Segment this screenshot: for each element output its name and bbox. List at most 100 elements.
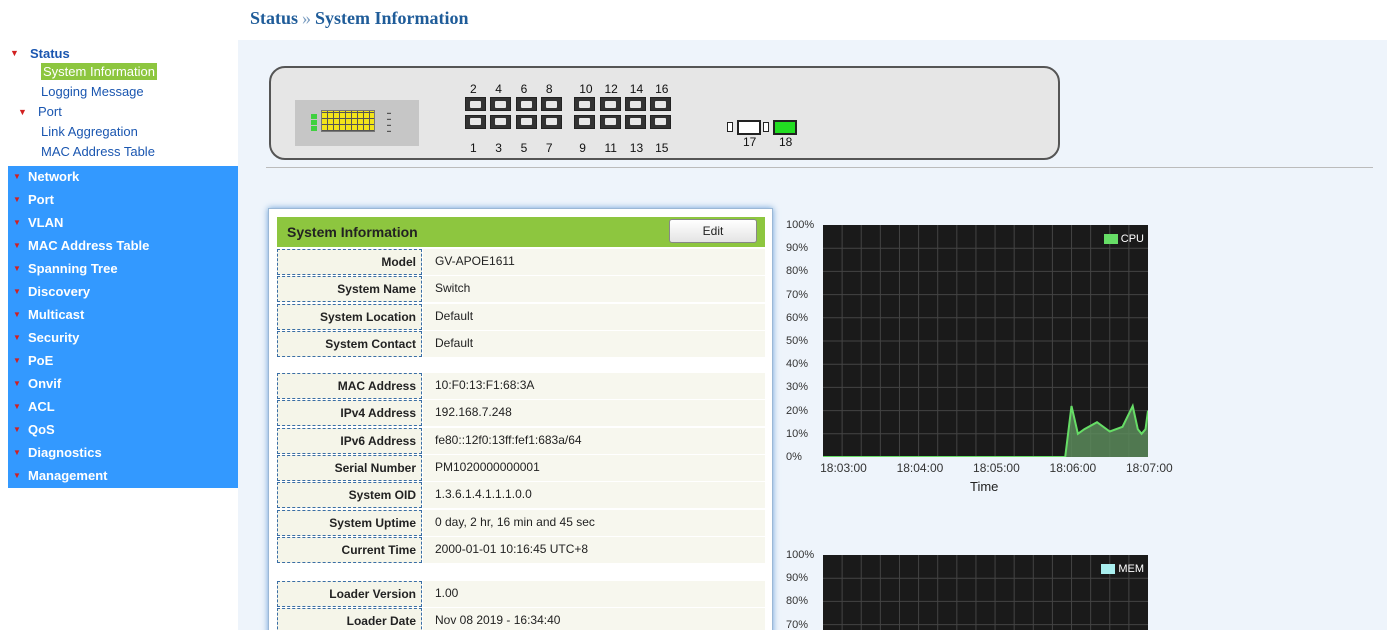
port-number-label: 5: [520, 141, 528, 155]
sidebar-item-label: VLAN: [28, 215, 64, 230]
port-14-icon[interactable]: [624, 97, 646, 111]
info-row: MAC Address 10:F0:13:F1:68:3A: [277, 373, 765, 399]
sidebar-item-qos[interactable]: ▼ QoS: [8, 419, 238, 442]
info-value: 10:F0:13:F1:68:3A: [423, 373, 765, 399]
sidebar: ▼ Status System Information Logging Mess…: [0, 42, 238, 488]
caret-down-icon: ▼: [13, 471, 21, 480]
legend-swatch-icon: [1101, 564, 1116, 574]
port-number-label: 11: [604, 141, 617, 155]
sidebar-item-spanning-tree[interactable]: ▼ Spanning Tree: [8, 258, 238, 281]
port-12-icon[interactable]: [599, 97, 621, 111]
caret-down-icon: ▼: [13, 379, 21, 388]
breadcrumb-page: System Information: [315, 8, 469, 28]
info-label: System Contact: [277, 330, 422, 357]
breadcrumb: Status» System Information: [250, 8, 469, 29]
sfp-port-17-icon[interactable]: [737, 120, 761, 135]
y-tick-label: 100%: [786, 549, 815, 561]
breadcrumb-separator: »: [302, 8, 312, 28]
sidebar-item-status[interactable]: ▼ Status: [0, 42, 238, 62]
port-number-label: 15: [655, 141, 669, 155]
sidebar-item-discovery[interactable]: ▼ Discovery: [8, 281, 238, 304]
sfp-led-icon: [763, 122, 769, 132]
sidebar-item-label: System Information: [41, 63, 157, 80]
sidebar-item-label: Port: [38, 104, 62, 119]
y-tick-label: 60%: [786, 311, 809, 324]
breadcrumb-section[interactable]: Status: [250, 8, 298, 28]
port-number-label: 2: [470, 82, 477, 96]
y-tick-label: 90%: [786, 242, 809, 255]
info-label: MAC Address: [277, 373, 422, 399]
y-tick-label: 40%: [786, 358, 809, 371]
sidebar-item-label: Spanning Tree: [28, 261, 118, 276]
port-number-label: 14: [629, 82, 644, 96]
port-8-icon[interactable]: [540, 97, 562, 111]
info-value: 1.00: [423, 581, 765, 607]
port-5-icon[interactable]: [515, 115, 537, 129]
edit-button[interactable]: Edit: [669, 219, 757, 243]
switch-front-panel: ▬ ▬ ▬ ▬ 2 4 6 8 10 12 14 16 1 3 5 7 9 11 13 15 17 18: [269, 66, 1060, 160]
port-2-icon[interactable]: [465, 97, 486, 111]
cpu-chart: 100% 90% 80% 70% 60% 50% 40% 30% 20% 10% 0% CPU 18…: [780, 219, 1200, 500]
info-value: 192.168.7.248: [423, 400, 765, 427]
sfp-port-18-icon[interactable]: [773, 120, 797, 135]
y-tick-label: 70%: [786, 288, 809, 301]
cpu-area: [823, 406, 1148, 457]
info-row: Current Time 2000-01-01 10:16:45 UTC+8: [277, 536, 765, 563]
info-label: Serial Number: [277, 454, 422, 481]
info-value: 1.3.6.1.4.1.1.1.0.0: [423, 482, 765, 509]
port-13-icon[interactable]: [624, 115, 646, 129]
port-number-label: 3: [495, 141, 502, 155]
switch-logo-icon: ▬ ▬ ▬ ▬: [295, 100, 419, 146]
sidebar-item-mac-table-menu[interactable]: ▼ MAC Address Table: [8, 235, 238, 258]
port-number-label: 6: [520, 82, 528, 96]
info-label: IPv4 Address: [277, 400, 422, 427]
info-value: 2000-01-01 10:16:45 UTC+8: [423, 536, 765, 563]
sidebar-item-network[interactable]: ▼ Network: [8, 166, 238, 189]
y-tick-label: 10%: [786, 427, 809, 440]
y-tick-label: 0%: [786, 451, 802, 463]
port-15-icon[interactable]: [650, 115, 672, 129]
sidebar-item-port[interactable]: ▼ Port: [0, 102, 238, 122]
port-number-label: 10: [579, 82, 593, 96]
sidebar-item-mac-address-table[interactable]: MAC Address Table: [0, 142, 238, 162]
port-7-icon[interactable]: [540, 115, 562, 129]
caret-down-icon: ▼: [13, 264, 21, 273]
mem-plot-area: MEM: [823, 555, 1148, 630]
caret-down-icon: ▼: [13, 241, 21, 250]
port-6-icon[interactable]: [515, 97, 537, 111]
sidebar-item-link-aggregation[interactable]: Link Aggregation: [0, 122, 238, 142]
port-11-icon[interactable]: [599, 115, 621, 129]
sidebar-item-port-menu[interactable]: ▼ Port: [8, 189, 238, 212]
port-1-icon[interactable]: [465, 115, 486, 129]
info-row: System OID 1.3.6.1.4.1.1.1.0.0: [277, 482, 765, 509]
sidebar-item-security[interactable]: ▼ Security: [8, 327, 238, 350]
port-9-icon[interactable]: [574, 115, 596, 129]
sidebar-item-label: Status: [30, 45, 70, 61]
caret-down-icon: ▼: [13, 425, 21, 434]
sidebar-item-poe[interactable]: ▼ PoE: [8, 350, 238, 373]
sidebar-item-management[interactable]: ▼ Management: [8, 465, 238, 488]
divider: [266, 167, 1373, 168]
info-label: IPv6 Address: [277, 427, 422, 454]
sidebar-item-multicast[interactable]: ▼ Multicast: [8, 304, 238, 327]
port-number-label: 18: [779, 135, 793, 149]
info-label: System Location: [277, 303, 422, 330]
info-value: Default: [423, 330, 765, 357]
y-tick-label: 70%: [786, 618, 809, 630]
mem-svg: [823, 555, 1148, 630]
port-16-icon[interactable]: [650, 97, 672, 111]
sidebar-item-vlan[interactable]: ▼ VLAN: [8, 212, 238, 235]
sidebar-item-onvif[interactable]: ▼ Onvif: [8, 373, 238, 396]
sidebar-item-logging-message[interactable]: Logging Message: [0, 82, 238, 102]
port-3-icon[interactable]: [490, 115, 512, 129]
port-10-icon[interactable]: [574, 97, 596, 111]
sidebar-item-acl[interactable]: ▼ ACL: [8, 396, 238, 419]
sidebar-item-system-information[interactable]: System Information: [0, 62, 238, 82]
sidebar-item-diagnostics[interactable]: ▼ Diagnostics: [8, 442, 238, 465]
info-value: 0 day, 2 hr, 16 min and 45 sec: [423, 509, 765, 536]
x-tick-label: 18:07:00: [1126, 461, 1173, 475]
port-4-icon[interactable]: [490, 97, 512, 111]
caret-down-icon: ▼: [18, 107, 27, 117]
caret-down-icon: ▼: [13, 356, 21, 365]
sidebar-item-label: Discovery: [28, 284, 91, 299]
